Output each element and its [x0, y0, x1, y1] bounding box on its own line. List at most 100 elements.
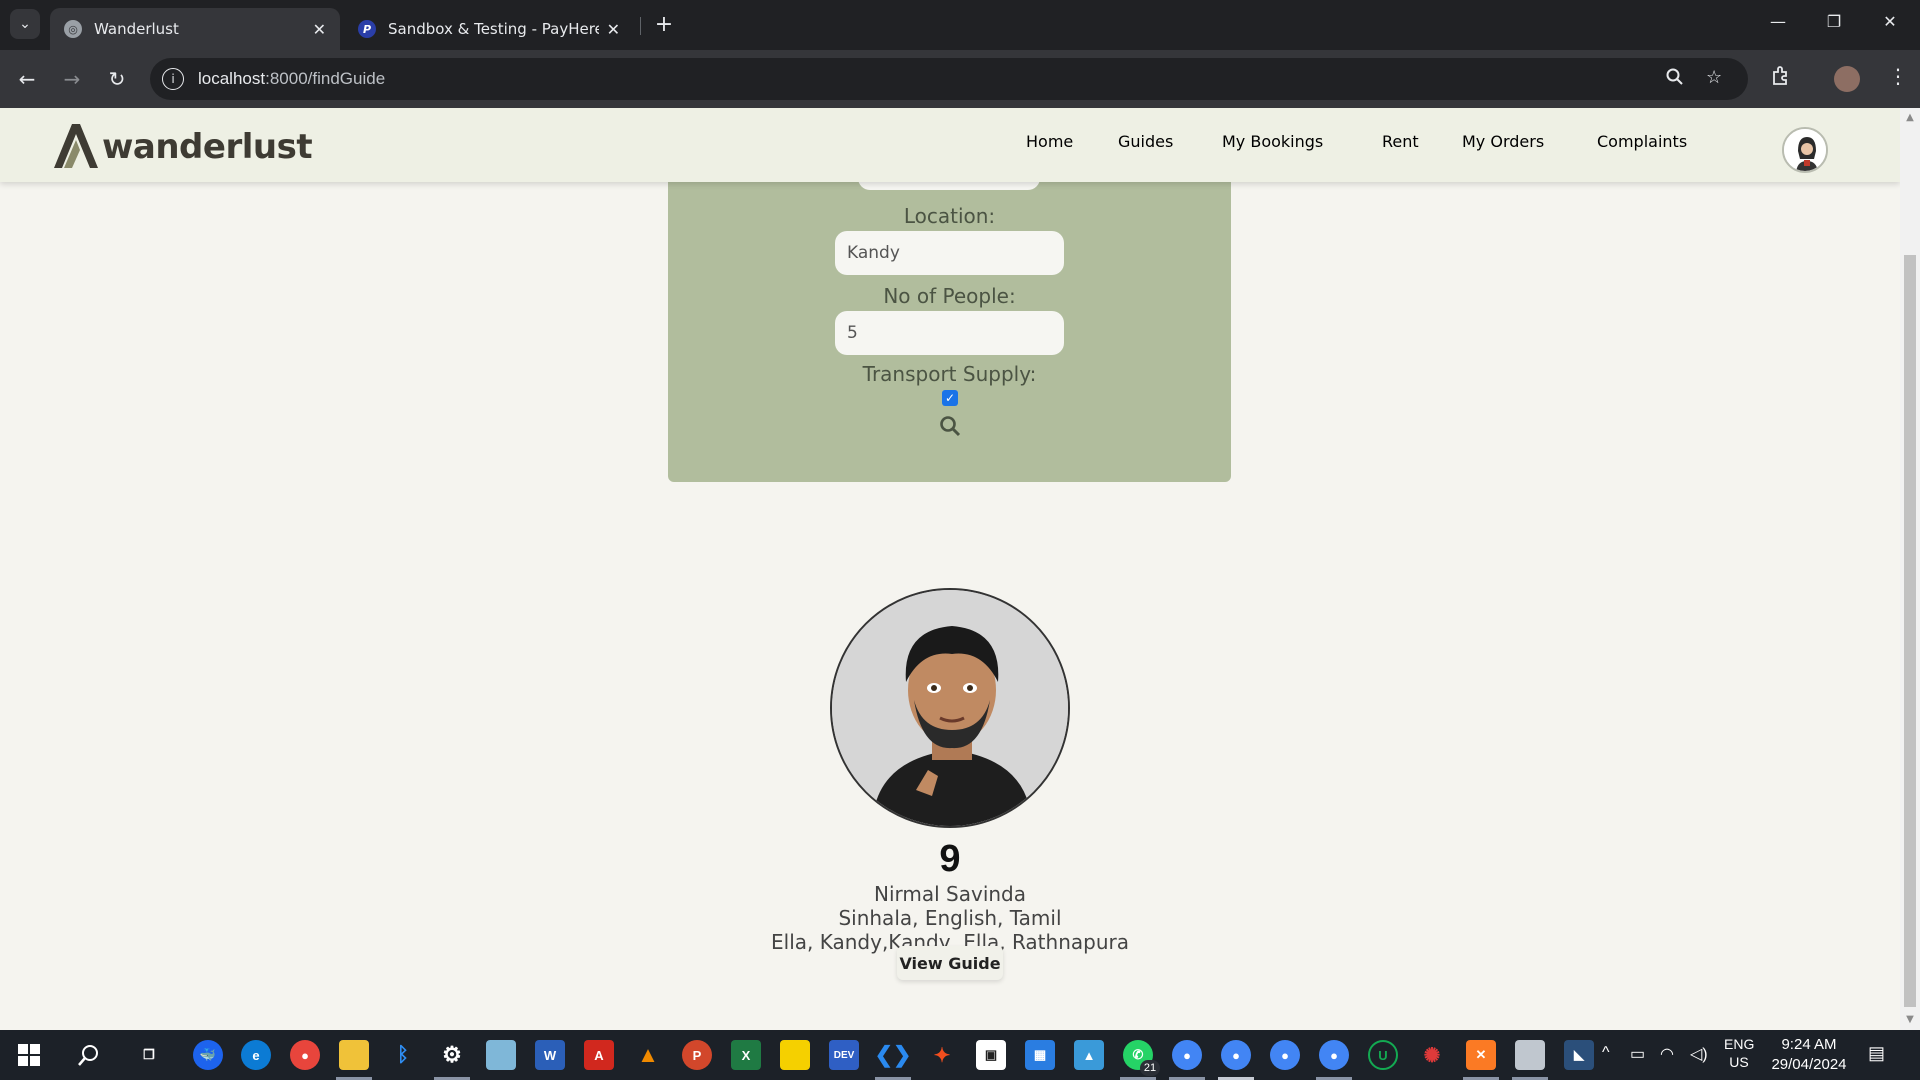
nav-guides[interactable]: Guides — [1118, 132, 1173, 151]
battery-icon[interactable]: ▭ — [1630, 1044, 1645, 1064]
reload-icon[interactable]: ↻ — [102, 64, 132, 94]
security-icon[interactable]: ✺ — [1417, 1040, 1447, 1070]
logo-text: wanderlust — [102, 127, 313, 167]
docker-icon[interactable]: 🐳 — [193, 1040, 223, 1070]
nav-my-orders[interactable]: My Orders — [1462, 132, 1544, 151]
location-input[interactable]: Kandy — [835, 231, 1064, 275]
chrome-profile-icon[interactable]: ● — [1172, 1040, 1202, 1070]
guide-avatar — [830, 588, 1070, 828]
close-icon[interactable]: ✕ — [607, 20, 620, 39]
tab-payhere[interactable]: P Sandbox & Testing - PayHere - ✕ — [344, 8, 634, 50]
chrome-profile-icon[interactable]: ● — [1319, 1040, 1349, 1070]
site-header: wanderlust Home Guides My Bookings Rent … — [0, 108, 1900, 182]
wanderlust-logo[interactable]: wanderlust — [50, 120, 313, 170]
acrobat-icon[interactable]: A — [584, 1040, 614, 1070]
clock[interactable]: 9:24 AM 29/04/2024 — [1764, 1036, 1854, 1073]
tab-list-icon[interactable]: ⌄ — [10, 9, 40, 39]
upwork-icon[interactable]: U — [1368, 1040, 1398, 1070]
url-host: localhost — [198, 69, 266, 88]
store-icon[interactable]: ▣ — [976, 1040, 1006, 1070]
language-indicator[interactable]: ENG US — [1724, 1036, 1754, 1070]
tab-title: Sandbox & Testing - PayHere - — [388, 20, 599, 38]
figma-icon[interactable]: ✦ — [927, 1040, 957, 1070]
vscode-icon[interactable]: ❮❯ — [875, 1040, 912, 1070]
nav-home[interactable]: Home — [1026, 132, 1073, 151]
file-explorer-icon[interactable] — [339, 1040, 369, 1070]
user-avatar[interactable] — [1782, 127, 1828, 173]
guide-name: Nirmal Savinda — [873, 882, 1026, 906]
windows-start-icon[interactable] — [14, 1040, 44, 1070]
browser-tab-bar: ⌄ ◎ Wanderlust ✕ P Sandbox & Testing - P… — [0, 0, 1920, 50]
scrollbar-thumb[interactable] — [1904, 255, 1916, 1007]
tab-title: Wanderlust — [94, 20, 179, 38]
lang-line2: US — [1729, 1054, 1749, 1070]
settings-gear-icon[interactable]: ⚙ — [437, 1040, 467, 1070]
window-close-icon[interactable]: ✕ — [1870, 12, 1910, 31]
notes-icon[interactable] — [486, 1040, 516, 1070]
back-icon[interactable]: ← — [12, 64, 42, 94]
profile-avatar[interactable] — [1834, 66, 1860, 92]
tray-chevron-up-icon[interactable]: ^ — [1602, 1044, 1610, 1062]
workbench-icon[interactable]: ◣ — [1564, 1040, 1594, 1070]
url-path: :8000/findGuide — [265, 69, 386, 88]
vlc-icon[interactable]: ▲ — [633, 1040, 663, 1070]
minimize-icon[interactable]: — — [1758, 12, 1798, 31]
extensions-icon[interactable] — [1770, 64, 1792, 91]
new-tab-icon[interactable]: + — [650, 10, 678, 38]
forward-icon[interactable]: → — [57, 64, 87, 94]
chrome-icon[interactable]: ● — [290, 1040, 320, 1070]
devc-icon[interactable]: DEV — [829, 1040, 859, 1070]
edge-icon[interactable]: e — [241, 1040, 271, 1070]
zoom-icon[interactable] — [1665, 67, 1685, 92]
clock-time: 9:24 AM — [1781, 1036, 1837, 1053]
close-icon[interactable]: ✕ — [313, 20, 326, 39]
guide-id: 9 — [939, 838, 961, 880]
scroll-up-icon[interactable]: ▲ — [1904, 112, 1916, 123]
xampp-icon[interactable]: ✕ — [1466, 1040, 1496, 1070]
site-info-icon[interactable]: i — [162, 68, 184, 90]
view-guide-button[interactable]: View Guide — [897, 946, 1003, 980]
notifications-icon[interactable]: ▤ — [1868, 1043, 1885, 1064]
windows-taskbar: ❐ 🐳 e ● ᛒ ⚙ W A ▲ P X DEV ❮❯ ✦ ▣ ▦ ▲ ✆ 2… — [0, 1030, 1920, 1080]
menu-icon[interactable]: ⋮ — [1888, 64, 1908, 88]
tab-separator — [640, 17, 641, 35]
nav-my-bookings[interactable]: My Bookings — [1222, 132, 1323, 151]
transport-checkbox[interactable]: ✓ — [942, 390, 958, 406]
sticky-notes-icon[interactable] — [780, 1040, 810, 1070]
url-text[interactable]: localhost:8000/findGuide — [198, 69, 385, 89]
wifi-icon[interactable]: ◠ — [1660, 1044, 1674, 1064]
restore-icon[interactable]: ❐ — [1814, 12, 1854, 31]
people-input[interactable]: 5 — [835, 311, 1064, 355]
tab-wanderlust[interactable]: ◎ Wanderlust ✕ — [50, 8, 340, 50]
bluetooth-icon[interactable]: ᛒ — [388, 1040, 418, 1070]
guide-languages: Sinhala, English, Tamil — [838, 906, 1062, 930]
scroll-down-icon[interactable]: ▼ — [1904, 1014, 1916, 1025]
globe-icon: ◎ — [64, 20, 82, 38]
lang-line1: ENG — [1724, 1036, 1755, 1052]
clock-date: 29/04/2024 — [1771, 1056, 1847, 1073]
address-bar[interactable]: i localhost:8000/findGuide ☆ — [150, 58, 1748, 100]
payhere-icon: P — [358, 20, 376, 38]
people-label: No of People: — [883, 284, 1016, 308]
excel-icon[interactable]: X — [731, 1040, 761, 1070]
page-viewport: wanderlust Home Guides My Bookings Rent … — [0, 108, 1900, 1030]
bookmark-star-icon[interactable]: ☆ — [1706, 67, 1722, 88]
transport-label: Transport Supply: — [862, 362, 1037, 386]
browser-toolbar: ← → ↻ i localhost:8000/findGuide ☆ ⋮ — [0, 50, 1920, 108]
nav-complaints[interactable]: Complaints — [1597, 132, 1687, 151]
chrome-profile-icon[interactable]: ● — [1270, 1040, 1300, 1070]
word-icon[interactable]: W — [535, 1040, 565, 1070]
volume-icon[interactable]: ◁) — [1690, 1044, 1708, 1064]
whatsapp-badge: 21 — [1140, 1060, 1160, 1076]
app-icon[interactable] — [1515, 1040, 1545, 1070]
chrome-profile-icon[interactable]: ● — [1221, 1040, 1251, 1070]
search-icon[interactable] — [938, 414, 962, 438]
task-view-icon[interactable]: ❐ — [134, 1040, 164, 1070]
search-icon[interactable] — [74, 1040, 104, 1070]
nav-rent[interactable]: Rent — [1382, 132, 1419, 151]
logo-mark-icon — [54, 124, 98, 168]
powerpoint-icon[interactable]: P — [682, 1040, 712, 1070]
location-label: Location: — [903, 204, 996, 228]
photos-icon[interactable]: ▲ — [1074, 1040, 1104, 1070]
calendar-icon[interactable]: ▦ — [1025, 1040, 1055, 1070]
